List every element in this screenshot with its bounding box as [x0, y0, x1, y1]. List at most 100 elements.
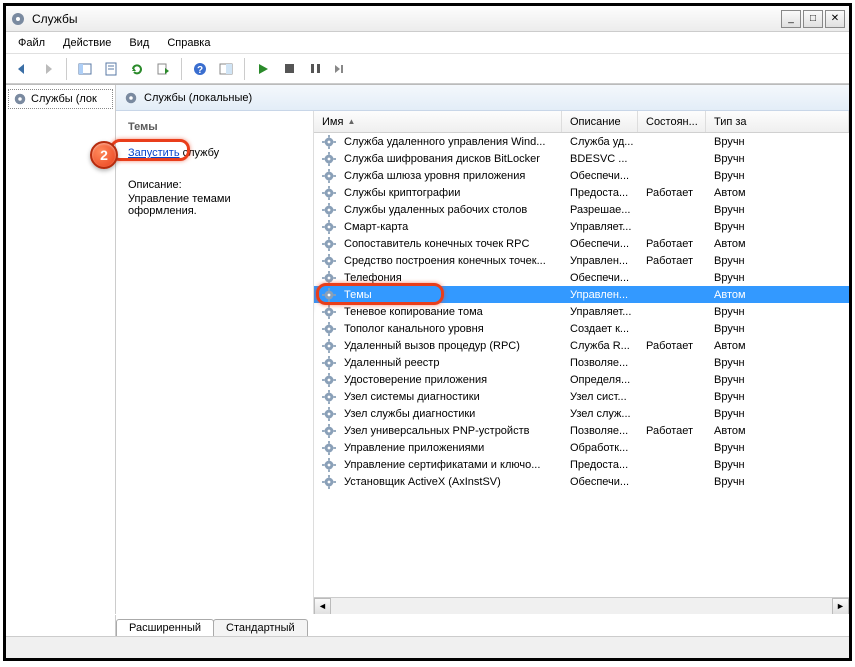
- cell-type: Вручн: [706, 459, 849, 471]
- cell-type: Вручн: [706, 255, 849, 267]
- service-row[interactable]: Узел службы диагностикиУзел служ...Вручн: [314, 405, 849, 422]
- column-description[interactable]: Описание: [562, 111, 638, 132]
- column-state[interactable]: Состоян...: [638, 111, 706, 132]
- start-service-button[interactable]: [251, 57, 275, 81]
- service-icon: [322, 152, 336, 166]
- stop-service-button[interactable]: [277, 57, 301, 81]
- service-row[interactable]: Удаленный вызов процедур (RPC)Служба R..…: [314, 337, 849, 354]
- tree-root-item[interactable]: Службы (лок: [8, 89, 113, 109]
- cell-type: Вручн: [706, 408, 849, 420]
- cell-desc: Управляет...: [562, 306, 638, 318]
- cell-type: Автом: [706, 340, 849, 352]
- tree-root-label: Службы (лок: [31, 93, 97, 105]
- scroll-left-button[interactable]: ◄: [314, 598, 331, 615]
- service-row[interactable]: ТелефонияОбеспечи...Вручн: [314, 269, 849, 286]
- help-button[interactable]: ?: [188, 57, 212, 81]
- horizontal-scrollbar[interactable]: ◄ ►: [314, 597, 849, 614]
- list-pane: Имя▲ Описание Состоян... Тип за Служба у…: [314, 111, 849, 614]
- show-hide-tree-button[interactable]: [73, 57, 97, 81]
- cell-name: Узел системы диагностики: [314, 390, 562, 404]
- service-row[interactable]: Установщик ActiveX (AxInstSV)Обеспечи...…: [314, 473, 849, 490]
- statusbar: [6, 636, 849, 658]
- cell-name: Управление приложениями: [314, 441, 562, 455]
- service-icon: [322, 441, 336, 455]
- service-row[interactable]: Служба шлюза уровня приложенияОбеспечи..…: [314, 167, 849, 184]
- cell-name: Управление сертификатами и ключо...: [314, 458, 562, 472]
- service-row[interactable]: Управление приложениямиОбработк...Вручн: [314, 439, 849, 456]
- cell-name: Узел универсальных PNP-устройств: [314, 424, 562, 438]
- restart-service-button[interactable]: [329, 57, 353, 81]
- service-icon: [322, 220, 336, 234]
- cell-type: Вручн: [706, 204, 849, 216]
- cell-name: Теневое копирование тома: [314, 305, 562, 319]
- cell-name: Сопоставитель конечных точек RPC: [314, 237, 562, 251]
- cell-type: Вручн: [706, 306, 849, 318]
- service-row[interactable]: Узел системы диагностикиУзел сист...Вруч…: [314, 388, 849, 405]
- service-row[interactable]: Службы удаленных рабочих столовРазрешае.…: [314, 201, 849, 218]
- main-header-title: Службы (локальные): [144, 92, 252, 104]
- titlebar[interactable]: Службы _ □ ✕: [6, 6, 849, 32]
- menu-action[interactable]: Действие: [55, 35, 119, 51]
- cell-state: Работает: [638, 425, 706, 437]
- cell-state: Работает: [638, 255, 706, 267]
- cell-desc: Определя...: [562, 374, 638, 386]
- service-row[interactable]: Службы криптографииПредоста...РаботаетАв…: [314, 184, 849, 201]
- tab-extended[interactable]: Расширенный: [116, 619, 214, 636]
- cell-desc: Обработк...: [562, 442, 638, 454]
- maximize-button[interactable]: □: [803, 10, 823, 28]
- cell-type: Вручн: [706, 323, 849, 335]
- pause-service-button[interactable]: [303, 57, 327, 81]
- start-service-link[interactable]: Запустить: [128, 147, 180, 159]
- cell-desc: Узел служ...: [562, 408, 638, 420]
- service-row[interactable]: Удаленный реестрПозволяе...Вручн: [314, 354, 849, 371]
- cell-type: Вручн: [706, 221, 849, 233]
- services-app-icon: [10, 11, 26, 27]
- detail-pane: Темы Запустить службу Описание: Управлен…: [116, 111, 314, 614]
- menu-view[interactable]: Вид: [121, 35, 157, 51]
- cell-name: Служба шлюза уровня приложения: [314, 169, 562, 183]
- view-button[interactable]: [214, 57, 238, 81]
- cell-type: Вручн: [706, 272, 849, 284]
- scroll-right-button[interactable]: ►: [832, 598, 849, 615]
- service-row[interactable]: Управление сертификатами и ключо...Предо…: [314, 456, 849, 473]
- cell-type: Автом: [706, 289, 849, 301]
- tab-standard[interactable]: Стандартный: [213, 619, 308, 636]
- service-row[interactable]: Служба шифрования дисков BitLockerBDESVC…: [314, 150, 849, 167]
- service-row[interactable]: Средство построения конечных точек...Упр…: [314, 252, 849, 269]
- minimize-button[interactable]: _: [781, 10, 801, 28]
- service-icon: [322, 135, 336, 149]
- cell-desc: Служба R...: [562, 340, 638, 352]
- properties-button[interactable]: [99, 57, 123, 81]
- toolbar-separator: [181, 58, 182, 80]
- service-row[interactable]: Сопоставитель конечных точек RPCОбеспечи…: [314, 235, 849, 252]
- main-header: Службы (локальные): [116, 85, 849, 111]
- cell-name: Служба шифрования дисков BitLocker: [314, 152, 562, 166]
- close-button[interactable]: ✕: [825, 10, 845, 28]
- callout-2: 2: [90, 141, 118, 169]
- service-row[interactable]: Тополог канального уровняСоздает к...Вру…: [314, 320, 849, 337]
- menu-file[interactable]: Файл: [10, 35, 53, 51]
- cell-type: Вручн: [706, 153, 849, 165]
- cell-desc: Управляет...: [562, 221, 638, 233]
- toolbar-separator: [244, 58, 245, 80]
- refresh-button[interactable]: [125, 57, 149, 81]
- service-icon: [322, 237, 336, 251]
- service-icon: [322, 322, 336, 336]
- column-name[interactable]: Имя▲: [314, 111, 562, 132]
- list-body[interactable]: Служба удаленного управления Wind...Служ…: [314, 133, 849, 597]
- service-icon: [322, 356, 336, 370]
- back-button[interactable]: [10, 57, 34, 81]
- service-row[interactable]: Служба удаленного управления Wind...Служ…: [314, 133, 849, 150]
- service-row[interactable]: ТемыУправлен...Автом: [314, 286, 849, 303]
- cell-name: Удостоверение приложения: [314, 373, 562, 387]
- service-row[interactable]: Удостоверение приложенияОпределя...Вручн: [314, 371, 849, 388]
- service-row[interactable]: Теневое копирование томаУправляет... Вруч…: [314, 303, 849, 320]
- cell-desc: Обеспечи...: [562, 476, 638, 488]
- cell-name: Удаленный реестр: [314, 356, 562, 370]
- forward-button[interactable]: [36, 57, 60, 81]
- service-row[interactable]: Смарт-картаУправляет...Вручн: [314, 218, 849, 235]
- column-type[interactable]: Тип за: [706, 111, 849, 132]
- service-row[interactable]: Узел универсальных PNP-устройствПозволяе…: [314, 422, 849, 439]
- export-button[interactable]: [151, 57, 175, 81]
- menu-help[interactable]: Справка: [159, 35, 218, 51]
